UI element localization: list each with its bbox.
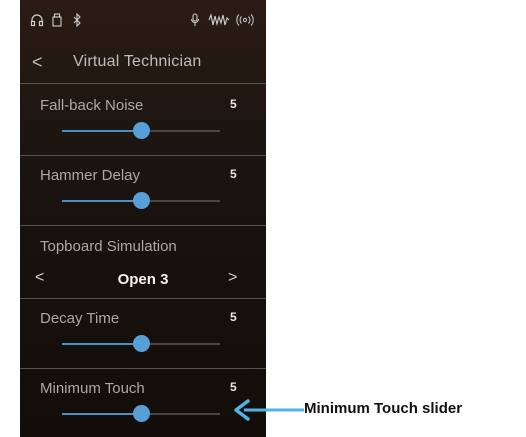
slider-thumb[interactable] — [133, 405, 150, 422]
setting-minimum-touch: Minimum Touch 5 — [20, 368, 266, 437]
slider-fill — [62, 413, 141, 415]
slider-fill — [62, 200, 141, 202]
setting-label: Minimum Touch — [40, 380, 145, 397]
next-option-button[interactable]: > — [228, 269, 237, 287]
setting-label: Fall-back Noise — [40, 97, 144, 114]
setting-hammer-delay: Hammer Delay 5 — [20, 155, 266, 225]
setting-label: Topboard Simulation — [40, 238, 177, 255]
status-bar — [20, 0, 266, 40]
slider-fill — [62, 130, 141, 132]
wireless-icon — [236, 13, 254, 27]
slider-thumb[interactable] — [133, 192, 150, 209]
setting-value: 5 — [230, 97, 237, 111]
setting-fall-back-noise: Fall-back Noise 5 — [20, 85, 266, 155]
back-button[interactable]: < — [32, 51, 43, 73]
bluetooth-icon — [72, 12, 82, 28]
headphones-icon — [30, 13, 44, 27]
setting-label: Hammer Delay — [40, 167, 141, 184]
device-screen: < Virtual Technician Fall-back Noise 5 H… — [20, 0, 266, 437]
audio-waveform-icon — [208, 13, 230, 27]
callout-arrow-icon — [234, 399, 304, 421]
slider-fill — [62, 343, 141, 345]
setting-decay-time: Decay Time 5 — [20, 298, 266, 368]
setting-value: 5 — [230, 380, 237, 394]
setting-topboard-simulation: Topboard Simulation < Open 3 > — [20, 226, 266, 298]
slider-thumb[interactable] — [133, 335, 150, 352]
setting-value: 5 — [230, 310, 237, 324]
callout-label: Minimum Touch slider — [304, 400, 463, 417]
page-title: Virtual Technician — [73, 53, 202, 70]
setting-value: 5 — [230, 167, 237, 181]
usb-memory-icon — [52, 13, 62, 27]
screen-header: < Virtual Technician — [20, 43, 266, 83]
slider-thumb[interactable] — [133, 122, 150, 139]
microphone-icon — [190, 13, 200, 27]
setting-label: Decay Time — [40, 310, 120, 327]
divider — [20, 83, 266, 84]
